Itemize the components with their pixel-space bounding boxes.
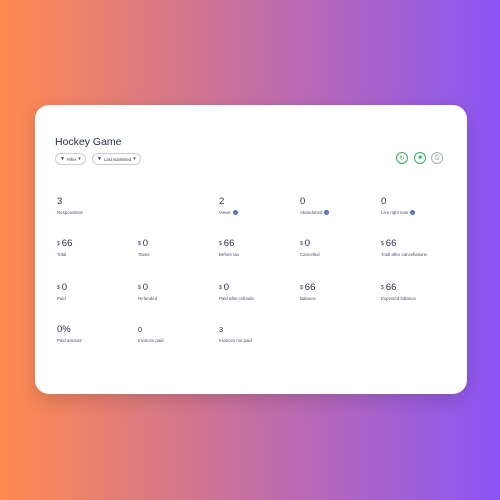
filter-button[interactable]: ▼ Filter ▾ <box>55 153 86 165</box>
export-button[interactable]: ■ <box>414 152 426 164</box>
stat-label: Refunded <box>138 296 158 301</box>
stat-value: 66 <box>304 282 316 293</box>
stat-value: 0 <box>142 238 149 249</box>
currency-symbol: $ <box>57 241 60 247</box>
stat-refunded: $0 Refunded <box>138 282 158 302</box>
currency-symbol: $ <box>300 285 303 291</box>
print-icon: ⎙ <box>434 154 440 161</box>
stat-label: Respondents <box>57 210 83 215</box>
dashboard-card: Hockey Game ▼ Filter ▾ ▼ Last submitted … <box>35 105 467 394</box>
currency-symbol: $ <box>381 285 384 291</box>
stat-value: 3 <box>57 196 63 207</box>
print-button[interactable]: ⎙ <box>431 152 443 164</box>
stat-invoices-not-paid: 3 Invoices not paid <box>219 325 252 343</box>
stat-abandoned: 0 Abandoned i <box>300 196 330 215</box>
stat-value: 0 <box>138 325 143 334</box>
refresh-button[interactable]: ↻ <box>396 152 408 164</box>
currency-symbol: $ <box>138 285 141 291</box>
stat-label: Paid after refunds <box>219 296 254 301</box>
stat-label: Cancelled <box>300 252 320 257</box>
stat-balance: $66 Balance <box>300 282 316 302</box>
sort-label: Last submitted <box>103 156 132 162</box>
stat-paid: $0 Paid <box>57 282 68 302</box>
stat-value: 0 <box>223 282 230 293</box>
stat-value: 0 <box>61 282 68 293</box>
stat-value: 3 <box>219 325 224 334</box>
stat-value: 0 <box>381 196 387 207</box>
stat-views: 2 Views i <box>219 197 238 215</box>
chevron-down-icon: ▾ <box>133 156 136 162</box>
stat-label: Live right now <box>381 210 409 215</box>
stat-label: Paid amount <box>57 338 82 343</box>
stat-label: Balance <box>300 296 316 301</box>
stat-respondents: 3 Respondents <box>57 196 83 216</box>
sort-button[interactable]: ▼ Last submitted ▾ <box>92 153 141 165</box>
stat-label: Abandoned <box>300 210 323 215</box>
stat-label: Total after cancellations <box>381 252 427 257</box>
stat-label: Before tax <box>219 252 240 257</box>
stat-total: $66 Total <box>57 238 73 258</box>
stat-taxes: $0 Taxes <box>138 238 150 258</box>
stat-value: 0% <box>57 324 71 335</box>
stat-total-after-cancellations: $66 Total after cancellations <box>381 238 427 258</box>
stats-panel: 3 Respondents 2 Views i 0 Abandoned i 0 Li… <box>53 185 453 385</box>
stat-value: 2 <box>219 196 225 207</box>
currency-symbol: $ <box>219 241 222 247</box>
chevron-down-icon: ▾ <box>78 156 81 162</box>
stat-value: 0 <box>300 196 306 207</box>
stat-value: 0 <box>304 238 311 249</box>
filter-label: Filter <box>66 156 77 162</box>
stat-paid-amount: 0% Paid amount <box>57 324 82 344</box>
currency-symbol: $ <box>57 285 60 291</box>
stat-label: Expected balance <box>381 296 416 301</box>
stat-expected-balance: $66 Expected balance <box>381 282 416 302</box>
info-icon[interactable]: i <box>232 210 238 215</box>
stat-label: Views <box>219 210 231 215</box>
info-icon[interactable]: i <box>410 210 416 215</box>
stat-invoices-paid: 0 Invoices paid <box>138 325 164 343</box>
stat-value: 66 <box>223 238 235 249</box>
stat-value: 66 <box>385 238 397 249</box>
currency-symbol: $ <box>219 285 222 291</box>
stat-paid-after-refunds: $0 Paid after refunds <box>219 282 254 302</box>
stat-label: Invoices paid <box>138 338 164 343</box>
info-icon[interactable]: i <box>324 210 330 215</box>
filter-icon: ▼ <box>97 156 102 162</box>
stat-cancelled: $0 Cancelled <box>300 238 320 258</box>
stat-label: Taxes <box>138 252 150 257</box>
stat-label: Paid <box>57 296 66 301</box>
currency-symbol: $ <box>138 241 141 247</box>
currency-symbol: $ <box>300 241 303 247</box>
stat-label: Invoices not paid <box>219 338 252 343</box>
stat-value: 0 <box>142 282 149 293</box>
currency-symbol: $ <box>381 241 384 247</box>
stat-value: 66 <box>61 238 73 249</box>
filter-icon: ▼ <box>60 156 65 162</box>
refresh-icon: ↻ <box>399 155 405 162</box>
stat-label: Total <box>57 252 67 257</box>
stat-live-right-now: 0 Live right now i <box>381 196 416 215</box>
stat-before-tax: $66 Before tax <box>219 238 240 258</box>
stat-value: 66 <box>385 282 397 293</box>
export-icon: ■ <box>418 155 422 161</box>
page-title: Hockey Game <box>55 136 122 148</box>
